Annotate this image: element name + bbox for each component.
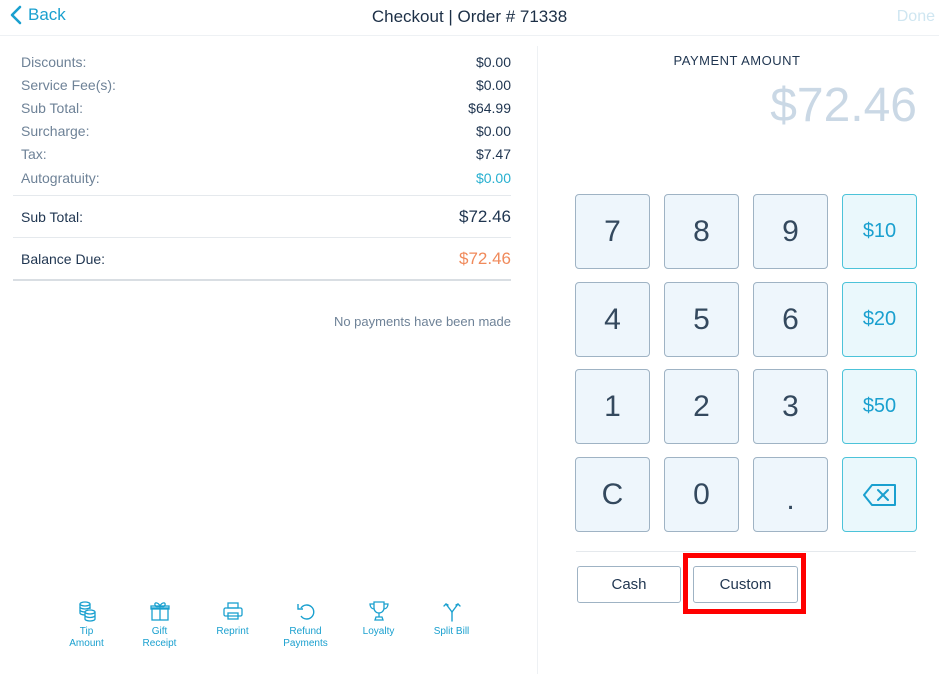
summary-label: Tax: <box>21 146 47 163</box>
tool-label-line1: Split Bill <box>433 626 470 637</box>
tool-label-line1: Refund <box>289 626 322 637</box>
balance-label: Balance Due: <box>21 250 106 267</box>
key-decimal[interactable]: . <box>753 457 828 532</box>
summary-row-autogratuity: Autogratuity: $0.00 <box>13 166 511 189</box>
key-1[interactable]: 1 <box>575 369 650 444</box>
subtotal-row: Sub Total: $72.46 <box>13 196 511 237</box>
tool-label-line2: Receipt <box>142 638 177 649</box>
refund-payments-button[interactable]: Refund Payments <box>269 600 342 650</box>
summary-value: $0.00 <box>475 76 511 93</box>
tool-label-line1: Loyalty <box>362 626 395 637</box>
tool-label-line1: Reprint <box>216 626 249 637</box>
tool-label-line2: Payments <box>283 638 328 649</box>
summary-label: Discounts: <box>21 53 87 70</box>
summary-row-tax: Tax: $7.47 <box>13 143 511 166</box>
balance-value: $72.46 <box>459 248 511 268</box>
key-9[interactable]: 9 <box>753 194 828 269</box>
quick-amount-50[interactable]: $50 <box>842 369 917 444</box>
summary-label: Sub Total: <box>21 99 84 116</box>
highlight-box <box>683 553 806 614</box>
summary-value: $64.99 <box>468 99 511 116</box>
key-6[interactable]: 6 <box>753 282 828 357</box>
subtotal-label: Sub Total: <box>21 208 84 225</box>
summary-value: $7.47 <box>475 146 511 163</box>
no-payments-message: No payments have been made <box>333 314 511 330</box>
undo-icon <box>296 604 314 620</box>
key-3[interactable]: 3 <box>753 369 828 444</box>
header: Back Checkout | Order # 71338 Done <box>0 0 939 36</box>
autogratuity-value[interactable]: $0.00 <box>476 170 511 186</box>
tool-label-line1: Tip <box>79 626 94 637</box>
trophy-icon <box>368 601 389 621</box>
balance-row: Balance Due: $72.46 <box>13 238 511 279</box>
key-0[interactable]: 0 <box>664 457 739 532</box>
summary-row-service-fees: Service Fee(s): $0.00 <box>13 73 511 96</box>
quick-amount-10[interactable]: $10 <box>842 194 917 269</box>
panel-divider <box>537 46 538 674</box>
payment-amount-label: PAYMENT AMOUNT <box>673 53 801 68</box>
quick-amount-20[interactable]: $20 <box>842 282 917 357</box>
divider <box>576 551 916 552</box>
coins-icon <box>78 601 96 622</box>
summary-row-surcharge: Surcharge: $0.00 <box>13 120 511 143</box>
backspace-icon <box>862 483 896 506</box>
gift-receipt-button[interactable]: Gift Receipt <box>123 600 196 650</box>
key-2[interactable]: 2 <box>664 369 739 444</box>
page-title: Checkout | Order # 71338 <box>371 7 568 26</box>
key-4[interactable]: 4 <box>575 282 650 357</box>
loyalty-button[interactable]: Loyalty <box>342 600 415 650</box>
summary-label: Autogratuity: <box>21 169 100 186</box>
summary-label: Service Fee(s): <box>21 76 116 93</box>
done-button[interactable]: Done <box>897 8 935 26</box>
order-summary: Discounts: $0.00 Service Fee(s): $0.00 S… <box>13 50 511 329</box>
tool-label-line2: Amount <box>69 638 104 649</box>
key-7[interactable]: 7 <box>575 194 650 269</box>
tool-label-line1: Gift <box>151 626 168 637</box>
payment-amount-display: $72.46 <box>770 79 917 132</box>
split-icon <box>442 603 461 622</box>
printer-icon <box>222 602 243 620</box>
tip-amount-button[interactable]: Tip Amount <box>50 600 123 650</box>
summary-row-sub-total: Sub Total: $64.99 <box>13 96 511 119</box>
summary-value: $0.00 <box>475 53 511 70</box>
summary-label: Surcharge: <box>21 123 90 140</box>
cash-button[interactable]: Cash <box>577 566 681 603</box>
reprint-button[interactable]: Reprint <box>196 600 269 650</box>
key-5[interactable]: 5 <box>664 282 739 357</box>
backspace-button[interactable] <box>842 457 917 532</box>
gift-icon <box>149 602 170 621</box>
summary-value: $0.00 <box>475 123 511 140</box>
subtotal-value: $72.46 <box>459 206 511 226</box>
divider <box>13 279 511 282</box>
key-8[interactable]: 8 <box>664 194 739 269</box>
split-bill-button[interactable]: Split Bill <box>415 600 488 650</box>
action-toolbar: Tip Amount Gift Receipt Reprint Refund P… <box>50 600 488 650</box>
key-clear[interactable]: C <box>575 457 650 532</box>
summary-row-discounts: Discounts: $0.00 <box>13 50 511 73</box>
